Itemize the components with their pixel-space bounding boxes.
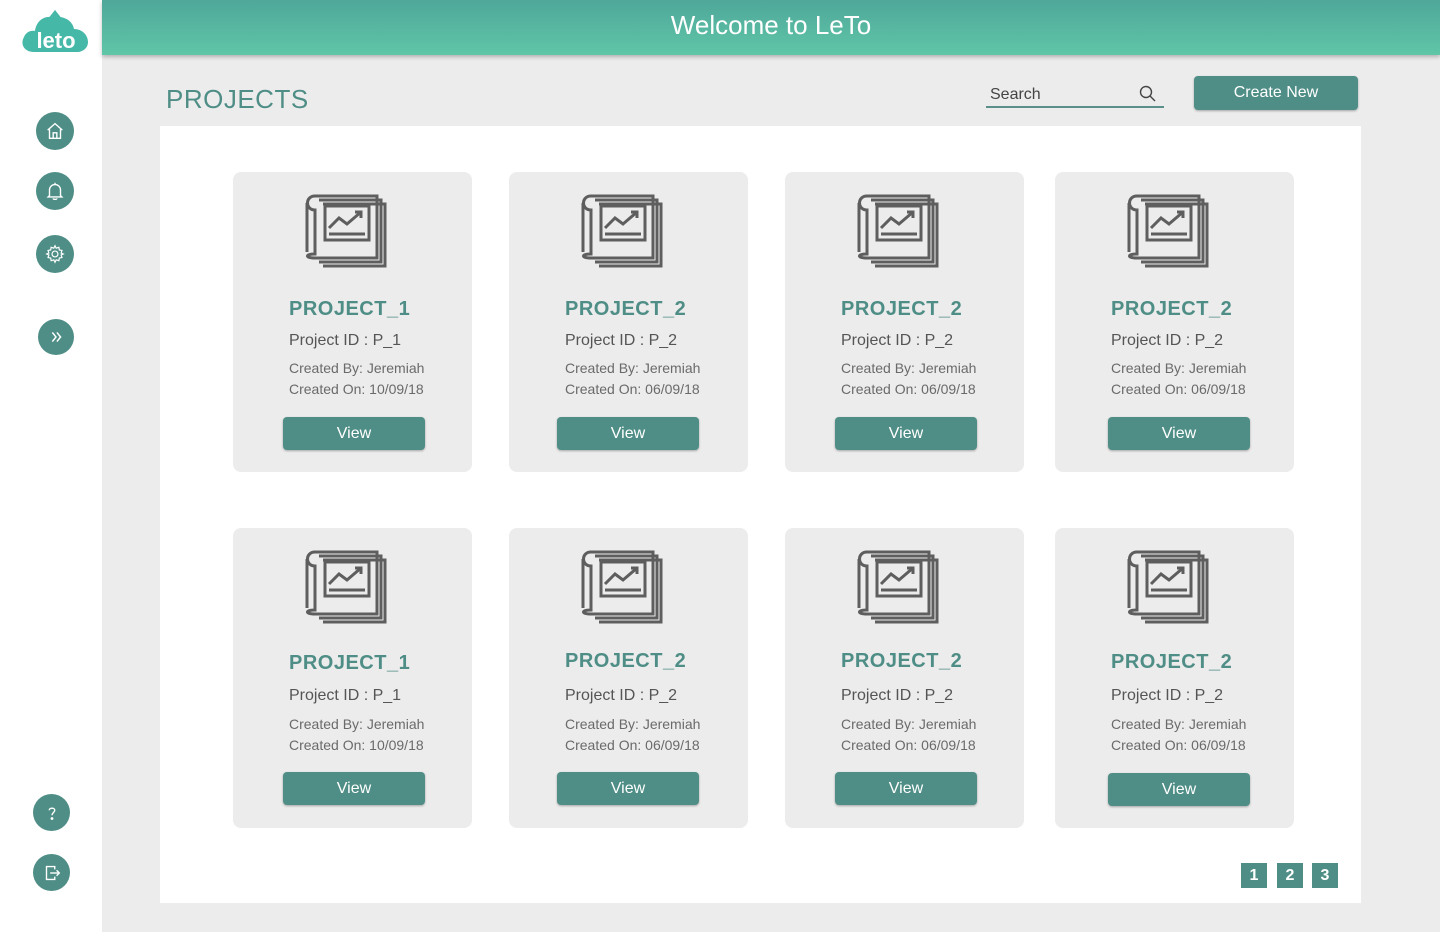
project-name[interactable]: PROJECT_2 bbox=[1111, 651, 1232, 674]
logout-icon bbox=[45, 865, 60, 880]
project-card: PROJECT_1 Project ID : P_1 Created By: J… bbox=[233, 172, 472, 472]
search-box bbox=[986, 82, 1164, 108]
logout-button[interactable] bbox=[33, 854, 70, 891]
project-created-on: Created On: 10/09/18 bbox=[289, 737, 424, 753]
projects-panel: PROJECT_1 Project ID : P_1 Created By: J… bbox=[160, 126, 1361, 903]
project-name[interactable]: PROJECT_1 bbox=[289, 652, 410, 675]
project-created-by: Created By: Jeremiah bbox=[1111, 716, 1247, 732]
view-button[interactable]: View bbox=[283, 417, 425, 450]
project-created-by: Created By: Jeremiah bbox=[841, 716, 977, 732]
project-created-by: Created By: Jeremiah bbox=[1111, 360, 1247, 376]
project-card: PROJECT_2 Project ID : P_2 Created By: J… bbox=[1055, 172, 1294, 472]
notifications-button[interactable] bbox=[36, 172, 74, 210]
leto-logo[interactable]: leto bbox=[20, 8, 90, 54]
project-icon bbox=[1055, 186, 1294, 268]
create-new-button[interactable]: Create New bbox=[1194, 76, 1358, 110]
project-created-by: Created By: Jeremiah bbox=[565, 360, 701, 376]
project-created-on: Created On: 06/09/18 bbox=[1111, 737, 1246, 753]
settings-button[interactable] bbox=[36, 235, 74, 273]
page-title: PROJECTS bbox=[166, 84, 309, 114]
project-id: Project ID : P_2 bbox=[565, 687, 678, 704]
project-icon bbox=[509, 186, 748, 268]
bell-icon bbox=[46, 182, 64, 201]
project-created-on: Created On: 10/09/18 bbox=[289, 381, 424, 397]
project-created-by: Created By: Jeremiah bbox=[565, 716, 701, 732]
project-name[interactable]: PROJECT_2 bbox=[841, 650, 962, 673]
project-created-on: Created On: 06/09/18 bbox=[1111, 381, 1246, 397]
project-icon bbox=[509, 542, 748, 624]
project-id: Project ID : P_1 bbox=[289, 332, 402, 349]
project-created-on: Created On: 06/09/18 bbox=[841, 737, 976, 753]
project-icon bbox=[785, 186, 1024, 268]
help-icon bbox=[48, 807, 55, 820]
project-created-on: Created On: 06/09/18 bbox=[565, 737, 700, 753]
expand-sidebar-button[interactable] bbox=[38, 319, 74, 355]
project-id: Project ID : P_2 bbox=[1111, 332, 1224, 349]
project-id: Project ID : P_2 bbox=[1111, 687, 1224, 704]
view-button[interactable]: View bbox=[1108, 417, 1250, 450]
search-icon[interactable] bbox=[1138, 84, 1158, 104]
project-id: Project ID : P_2 bbox=[841, 332, 954, 349]
project-icon bbox=[233, 542, 472, 624]
home-button[interactable] bbox=[36, 112, 74, 150]
project-created-on: Created On: 06/09/18 bbox=[841, 381, 976, 397]
project-name[interactable]: PROJECT_2 bbox=[565, 298, 686, 321]
search-input[interactable] bbox=[990, 84, 1130, 106]
view-button[interactable]: View bbox=[835, 772, 977, 805]
view-button[interactable]: View bbox=[557, 417, 699, 450]
project-card: PROJECT_1 Project ID : P_1 Created By: J… bbox=[233, 528, 472, 828]
page-button-1[interactable]: 1 bbox=[1241, 863, 1267, 888]
project-id: Project ID : P_1 bbox=[289, 687, 402, 704]
gear-icon bbox=[45, 244, 65, 264]
project-card: PROJECT_2 Project ID : P_2 Created By: J… bbox=[785, 528, 1024, 828]
project-card: PROJECT_2 Project ID : P_2 Created By: J… bbox=[509, 172, 748, 472]
project-card: PROJECT_2 Project ID : P_2 Created By: J… bbox=[509, 528, 748, 828]
view-button[interactable]: View bbox=[835, 417, 977, 450]
view-button[interactable]: View bbox=[283, 772, 425, 805]
project-created-by: Created By: Jeremiah bbox=[289, 716, 425, 732]
project-created-by: Created By: Jeremiah bbox=[841, 360, 977, 376]
project-name[interactable]: PROJECT_2 bbox=[841, 298, 962, 321]
project-icon bbox=[785, 542, 1024, 624]
project-name[interactable]: PROJECT_2 bbox=[565, 650, 686, 673]
page-button-3[interactable]: 3 bbox=[1312, 863, 1338, 888]
project-card: PROJECT_2 Project ID : P_2 Created By: J… bbox=[785, 172, 1024, 472]
sidebar: leto bbox=[0, 0, 102, 932]
project-name[interactable]: PROJECT_2 bbox=[1111, 298, 1232, 321]
header-title: Welcome to LeTo bbox=[670, 10, 872, 40]
project-card: PROJECT_2 Project ID : P_2 Created By: J… bbox=[1055, 528, 1294, 828]
help-button[interactable] bbox=[33, 794, 70, 831]
project-icon bbox=[1055, 542, 1294, 624]
project-created-on: Created On: 06/09/18 bbox=[565, 381, 700, 397]
chevron-double-right-icon bbox=[51, 331, 62, 343]
project-created-by: Created By: Jeremiah bbox=[289, 360, 425, 376]
project-name[interactable]: PROJECT_1 bbox=[289, 298, 410, 321]
project-id: Project ID : P_2 bbox=[565, 332, 678, 349]
header-bar: Welcome to LeTo bbox=[102, 0, 1440, 55]
page-button-2[interactable]: 2 bbox=[1277, 863, 1303, 888]
view-button[interactable]: View bbox=[1108, 773, 1250, 806]
project-icon bbox=[233, 186, 472, 268]
view-button[interactable]: View bbox=[557, 772, 699, 805]
project-id: Project ID : P_2 bbox=[841, 687, 954, 704]
home-icon bbox=[47, 122, 63, 140]
svg-text:leto: leto bbox=[36, 28, 75, 53]
